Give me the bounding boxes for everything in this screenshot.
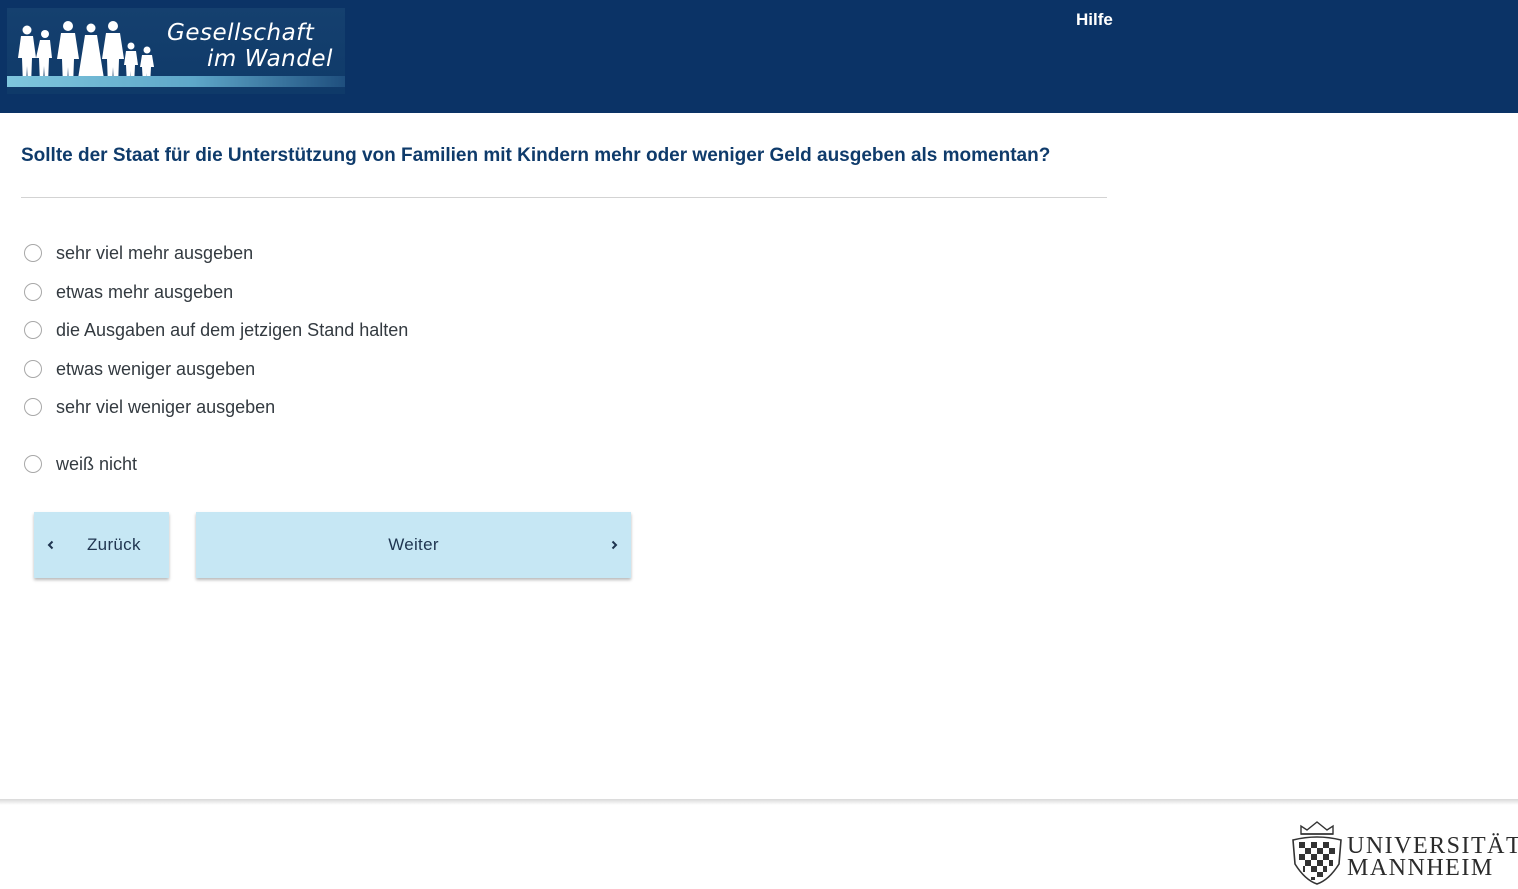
chevron-left-icon — [47, 540, 54, 550]
university-name-line-2: MANNHEIM — [1347, 855, 1494, 881]
option-sehr-viel-weniger[interactable]: sehr viel weniger ausgeben — [24, 395, 275, 419]
option-label: die Ausgaben auf dem jetzigen Stand halt… — [56, 319, 409, 340]
back-button-label: Zurück — [87, 535, 141, 554]
university-name: UNIVERSITÄT MANNHEIM — [1347, 833, 1518, 881]
option-weiss-nicht[interactable]: weiß nicht — [24, 452, 137, 476]
logo-accent-bar — [7, 76, 345, 87]
option-etwas-weniger[interactable]: etwas weniger ausgeben — [24, 357, 255, 381]
question-divider — [21, 197, 1107, 198]
logo-line-2: im Wandel — [207, 46, 333, 72]
option-stand-halten[interactable]: die Ausgaben auf dem jetzigen Stand halt… — [24, 318, 408, 342]
gesellschaft-im-wandel-logo: Gesellschaft im Wandel — [7, 8, 345, 94]
question-text: Sollte der Staat für die Unterstützung v… — [21, 145, 1051, 166]
radio-button[interactable] — [24, 244, 42, 262]
radio-button[interactable] — [24, 321, 42, 339]
radio-button[interactable] — [24, 283, 42, 301]
option-label: sehr viel weniger ausgeben — [56, 396, 276, 417]
help-link[interactable]: Hilfe — [1076, 10, 1113, 30]
option-label: sehr viel mehr ausgeben — [56, 242, 254, 263]
back-button[interactable]: Zurück — [34, 512, 169, 578]
radio-button[interactable] — [24, 455, 42, 473]
footer-divider — [0, 799, 1518, 805]
radio-button[interactable] — [24, 398, 42, 416]
universitaet-mannheim-logo: UNIVERSITÄT MANNHEIM — [1287, 820, 1518, 886]
radio-button[interactable] — [24, 360, 42, 378]
option-etwas-mehr[interactable]: etwas mehr ausgeben — [24, 280, 233, 304]
option-label: etwas mehr ausgeben — [56, 281, 234, 302]
option-label: etwas weniger ausgeben — [56, 358, 256, 379]
chevron-right-icon — [611, 540, 618, 550]
option-sehr-viel-mehr[interactable]: sehr viel mehr ausgeben — [24, 241, 253, 265]
logo-line-1: Gesellschaft — [167, 20, 315, 46]
page-header: Gesellschaft im Wandel Hilfe — [0, 0, 1518, 113]
option-label: weiß nicht — [56, 453, 138, 474]
university-crest-icon — [1292, 821, 1342, 885]
next-button-label: Weiter — [388, 535, 439, 554]
university-name-line-1: UNIVERSITÄT — [1347, 833, 1518, 859]
survey-page: Gesellschaft im Wandel Hilfe Sollte der … — [0, 0, 1518, 889]
logo-text: Gesellschaft im Wandel — [167, 20, 333, 72]
next-button[interactable]: Weiter — [196, 512, 631, 578]
